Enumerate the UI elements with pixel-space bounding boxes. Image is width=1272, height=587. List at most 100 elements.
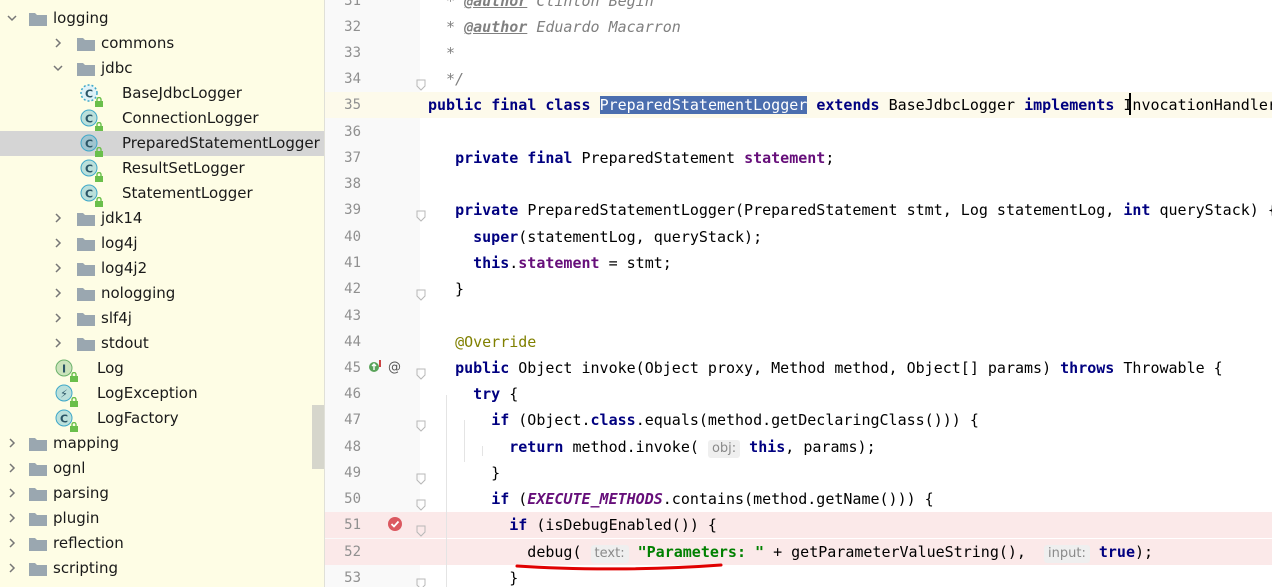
code-token: private [455,201,528,219]
code-line[interactable]: 39 private PreparedStatementLogger(Prepa… [325,197,1272,223]
tree-item-resultsetlogger[interactable]: C ResultSetLogger [0,156,324,182]
tree-item-log4j[interactable]: log4j [0,231,324,256]
code-token: = stmt; [599,254,672,272]
chevron-right-icon[interactable] [52,37,64,51]
code-text: * @author Eduardo Macarron [437,14,681,40]
code-line[interactable]: 37 private final PreparedStatement state… [325,145,1272,171]
code-token: (Object. [518,411,591,429]
code-token: @author [464,18,528,36]
tree-item-parsing[interactable]: parsing [0,481,324,506]
chevron-right-icon[interactable] [52,237,64,251]
code-text: if (isDebugEnabled()) { [437,512,717,538]
code-line[interactable]: 41 this.statement = stmt; [325,250,1272,276]
code-line[interactable]: 31 * @author Clinton Begin [325,0,1272,14]
line-number: 41 [344,255,361,271]
tree-item-scripting[interactable]: scripting [0,556,324,581]
tree-item-statementlogger[interactable]: C StatementLogger [0,181,324,207]
fold-icon[interactable] [416,414,426,432]
code-line[interactable]: 50 if (EXECUTE_METHODS.contains(method.g… [325,486,1272,512]
code-line[interactable]: 49 } [325,460,1272,486]
fold-icon[interactable] [416,493,426,511]
text-caret [1129,93,1131,115]
tree-item-jdk14[interactable]: jdk14 [0,206,324,231]
tree-item-log[interactable]: I Log [0,356,324,382]
code-token: statement [744,149,826,167]
chevron-right-icon[interactable] [6,512,18,526]
code-token: ( [518,490,528,508]
breakpoint-icon[interactable] [387,516,403,532]
fold-icon[interactable] [416,73,426,91]
code-line[interactable]: 44 @Override [325,329,1272,355]
chevron-right-icon[interactable] [52,312,64,326]
tree-item-log4j2[interactable]: log4j2 [0,256,324,281]
tree-item-mapping[interactable]: mapping [0,431,324,456]
tree-item-plugin[interactable]: plugin [0,506,324,531]
code-line[interactable]: 40 super(statementLog, queryStack); [325,224,1272,250]
line-number: 42 [344,281,361,297]
code-text: * @author Clinton Begin [437,0,654,14]
code-line[interactable]: 42 } [325,276,1272,302]
code-line[interactable]: 48 return method.invoke( obj: this, para… [325,434,1272,460]
code-line[interactable]: 38 [325,171,1272,197]
code-line[interactable]: 52 debug( text: "Parameters: " + getPara… [325,539,1272,565]
line-number: 48 [344,439,361,455]
chevron-down-icon[interactable] [52,62,64,76]
tree-item-connectionlogger[interactable]: C ConnectionLogger [0,106,324,132]
tree-item-logexception[interactable]: ⚡ LogException [0,381,324,407]
code-token: */ [437,70,465,88]
code-token: class [590,411,636,429]
tree-item-preparedstatementlogger[interactable]: C PreparedStatementLogger [0,131,324,157]
code-line[interactable]: 32 * @author Eduardo Macarron [325,14,1272,40]
code-line[interactable]: 45 public Object invoke(Object proxy, Me… [325,355,1272,381]
code-token: Throwable { [1123,359,1223,377]
fold-icon[interactable] [416,204,426,222]
code-token: PreparedStatement [581,149,745,167]
tree-item-label: ognl [53,459,86,477]
code-line[interactable]: 43 [325,303,1272,329]
svg-text:C: C [85,113,93,126]
chevron-right-icon[interactable] [52,287,64,301]
code-token: @Override [455,333,537,351]
tree-item-basejdbclogger[interactable]: C BaseJdbcLogger [0,81,324,107]
line-number: 40 [344,229,361,245]
code-line[interactable]: 51 if (isDebugEnabled()) { [325,512,1272,538]
chevron-down-icon[interactable] [6,12,18,26]
code-line[interactable]: 46 try { [325,381,1272,407]
tree-item-commons[interactable]: commons [0,31,324,56]
chevron-right-icon[interactable] [6,562,18,576]
tree-scrollbar[interactable] [312,405,324,469]
fold-icon[interactable] [416,362,426,380]
tree-item-jdbc[interactable]: jdbc [0,56,324,81]
tree-item-stdout[interactable]: stdout [0,331,324,356]
tree-item-nologging[interactable]: nologging [0,281,324,306]
code-line[interactable]: 53 } [325,565,1272,587]
code-token: return [509,438,573,456]
chevron-right-icon[interactable] [6,537,18,551]
fold-icon[interactable] [416,467,426,485]
fold-icon[interactable] [416,572,426,587]
code-line[interactable]: 36 [325,119,1272,145]
tree-item-logging[interactable]: logging [0,6,324,31]
chevron-right-icon[interactable] [6,462,18,476]
chevron-right-icon[interactable] [6,487,18,501]
code-line[interactable]: 47 if (Object.class.equals(method.getDec… [325,407,1272,433]
fold-icon[interactable] [416,283,426,301]
code-token: InvocationHandler [1123,96,1272,114]
chevron-right-icon[interactable] [52,262,64,276]
code-editor[interactable]: 31 * @author Clinton Begin 32 * @author E… [325,0,1272,587]
tree-item-slf4j[interactable]: slf4j [0,306,324,331]
tree-item-logfactory[interactable]: C LogFactory [0,406,324,432]
tree-item-reflection[interactable]: reflection [0,531,324,556]
fold-icon[interactable] [416,519,426,537]
override-marker-icon[interactable]: @ [368,358,402,374]
tree-item-ognl[interactable]: ognl [0,456,324,481]
chevron-right-icon[interactable] [52,212,64,226]
chevron-right-icon[interactable] [6,437,18,451]
tree-item-label: ConnectionLogger [122,109,259,127]
code-line[interactable]: 33 * [325,40,1272,66]
code-line[interactable]: 34 */ [325,66,1272,92]
code-text: public Object invoke(Object proxy, Metho… [437,355,1223,381]
chevron-right-icon[interactable] [52,337,64,351]
